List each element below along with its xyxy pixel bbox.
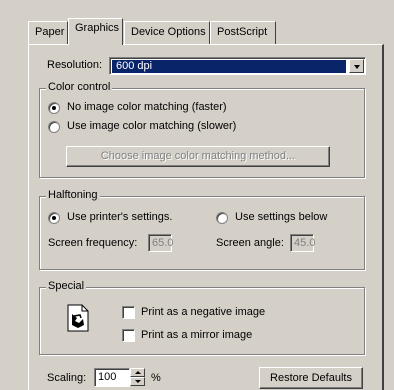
tab-strip: Paper Graphics Device Options PostScript	[0, 0, 394, 48]
special-group: Special Print as a negative image Print …	[39, 280, 365, 355]
halftoning-title: Halftoning	[46, 189, 100, 201]
resolution-value: 600 dpi	[112, 60, 346, 73]
use-color-matching-radio[interactable]	[48, 121, 60, 133]
no-color-matching-radio[interactable]	[48, 102, 60, 114]
dropdown-arrow-icon[interactable]	[349, 59, 364, 73]
screen-angle-label: Screen angle:	[216, 237, 284, 249]
negative-image-checkbox[interactable]	[122, 306, 135, 319]
color-control-group: Color control No image color matching (f…	[39, 81, 365, 178]
screen-frequency-label: Screen frequency:	[48, 237, 138, 249]
tab-device-options[interactable]: Device Options	[124, 21, 210, 44]
use-color-matching-label[interactable]: Use image color matching (slower)	[67, 120, 236, 132]
halftoning-group: Halftoning Use printer's settings. Use s…	[39, 189, 365, 270]
screen-angle-field[interactable]: 45.0	[290, 234, 315, 252]
settings-below-radio[interactable]	[216, 212, 228, 224]
special-title: Special	[46, 280, 87, 292]
tab-graphics[interactable]: Graphics	[68, 18, 123, 45]
printer-properties-dialog: Paper Graphics Device Options PostScript…	[0, 0, 394, 390]
tab-postscript[interactable]: PostScript	[210, 21, 276, 44]
restore-defaults-button[interactable]: Restore Defaults	[259, 367, 363, 389]
resolution-dropdown[interactable]: 600 dpi	[109, 57, 366, 75]
scaling-label: Scaling:	[47, 372, 87, 384]
spin-down-icon[interactable]	[130, 377, 145, 386]
tab-paper[interactable]: Paper	[28, 21, 68, 44]
printer-settings-label[interactable]: Use printer's settings.	[67, 211, 172, 223]
scaling-spinner[interactable]	[130, 368, 145, 387]
graphics-tab-page: Resolution: 600 dpi Color control No ima…	[28, 44, 384, 390]
negative-image-label[interactable]: Print as a negative image	[141, 306, 265, 318]
screen-frequency-field[interactable]: 65.0	[148, 234, 173, 252]
resolution-label: Resolution:	[47, 59, 103, 71]
settings-below-label[interactable]: Use settings below	[235, 211, 327, 223]
choose-color-matching-button[interactable]: Choose image color matching method...	[66, 146, 330, 167]
document-icon	[66, 304, 90, 332]
color-control-title: Color control	[46, 81, 113, 93]
printer-settings-radio[interactable]	[48, 212, 60, 224]
spin-up-icon[interactable]	[130, 368, 145, 377]
mirror-image-checkbox[interactable]	[122, 329, 135, 342]
mirror-image-label[interactable]: Print as a mirror image	[141, 329, 252, 341]
no-color-matching-label[interactable]: No image color matching (faster)	[67, 101, 227, 113]
scaling-field[interactable]: 100	[94, 368, 130, 387]
scaling-unit: %	[151, 372, 161, 384]
